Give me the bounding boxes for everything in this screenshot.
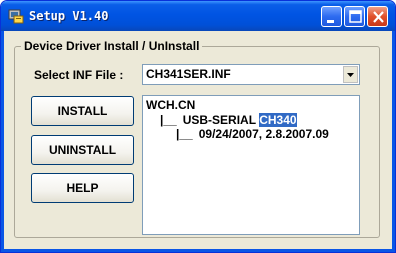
window-frame-left: [1, 31, 4, 252]
driver-version: 09/24/2007, 2.8.2007.09: [198, 127, 329, 141]
dropdown-button[interactable]: [343, 66, 358, 83]
close-button[interactable]: [367, 6, 388, 27]
window-title: Setup V1.40: [29, 9, 109, 23]
close-icon: [373, 11, 384, 23]
device-model-selected[interactable]: CH340: [259, 113, 297, 127]
tree-branch-glyph: |__: [160, 113, 177, 127]
minimize-icon: [327, 20, 334, 23]
inf-file-select[interactable]: CH341SER.INF: [142, 64, 360, 85]
setup-app-icon: [8, 9, 24, 24]
window-frame-bottom: [1, 249, 395, 252]
title-bar[interactable]: Setup V1.40: [1, 1, 395, 31]
driver-info-tree[interactable]: WCH.CN |__ USB-SERIAL CH340 |__ 09/24/2007…: [142, 95, 360, 235]
tree-root: WCH.CN: [146, 98, 195, 112]
tree-root-label: WCH.CN: [146, 98, 196, 112]
device-prefix: USB-SERIAL: [182, 113, 256, 127]
chevron-down-icon: [347, 73, 354, 77]
tree-version-node: |__ 09/24/2007, 2.8.2007.09: [176, 127, 329, 141]
inf-file-value: CH341SER.INF: [146, 67, 231, 81]
help-button[interactable]: HELP: [31, 173, 134, 203]
install-button[interactable]: INSTALL: [31, 96, 134, 126]
groupbox-title: Device Driver Install / UnInstall: [21, 39, 203, 53]
tree-branch-glyph: |__: [176, 127, 193, 141]
uninstall-button[interactable]: UNINSTALL: [31, 135, 134, 165]
window-frame-right: [392, 31, 395, 252]
tree-device-node[interactable]: |__ USB-SERIAL CH340: [160, 113, 297, 127]
maximize-button[interactable]: [344, 6, 365, 27]
setup-window: Setup V1.40 Device Driver Install / UnIn…: [0, 0, 396, 253]
inf-file-label: Select INF File :: [34, 68, 124, 82]
minimize-button[interactable]: [321, 6, 342, 27]
maximize-icon: [349, 10, 362, 23]
